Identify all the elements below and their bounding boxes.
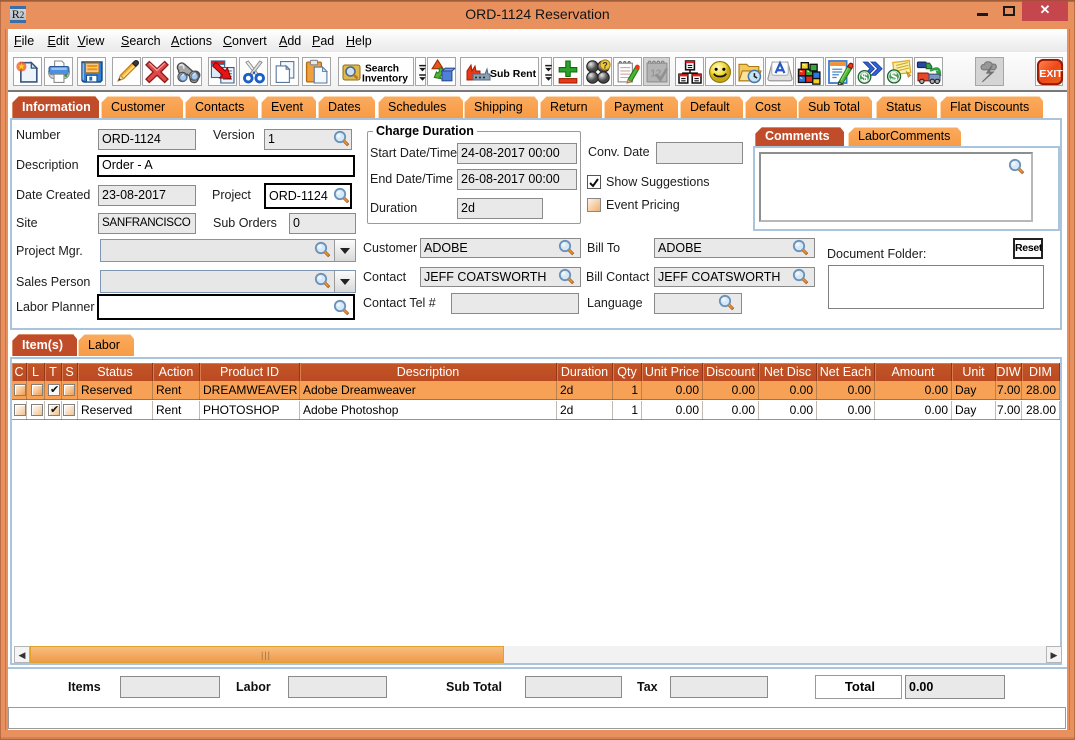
svg-text:$: $: [861, 70, 868, 84]
svg-text:?: ?: [602, 61, 607, 71]
svg-text:$: $: [890, 70, 897, 84]
svg-text:Sub Rent: Sub Rent: [490, 68, 537, 80]
svg-text:Inventory: Inventory: [362, 74, 408, 85]
svg-text:EXIT: EXIT: [1039, 69, 1063, 80]
